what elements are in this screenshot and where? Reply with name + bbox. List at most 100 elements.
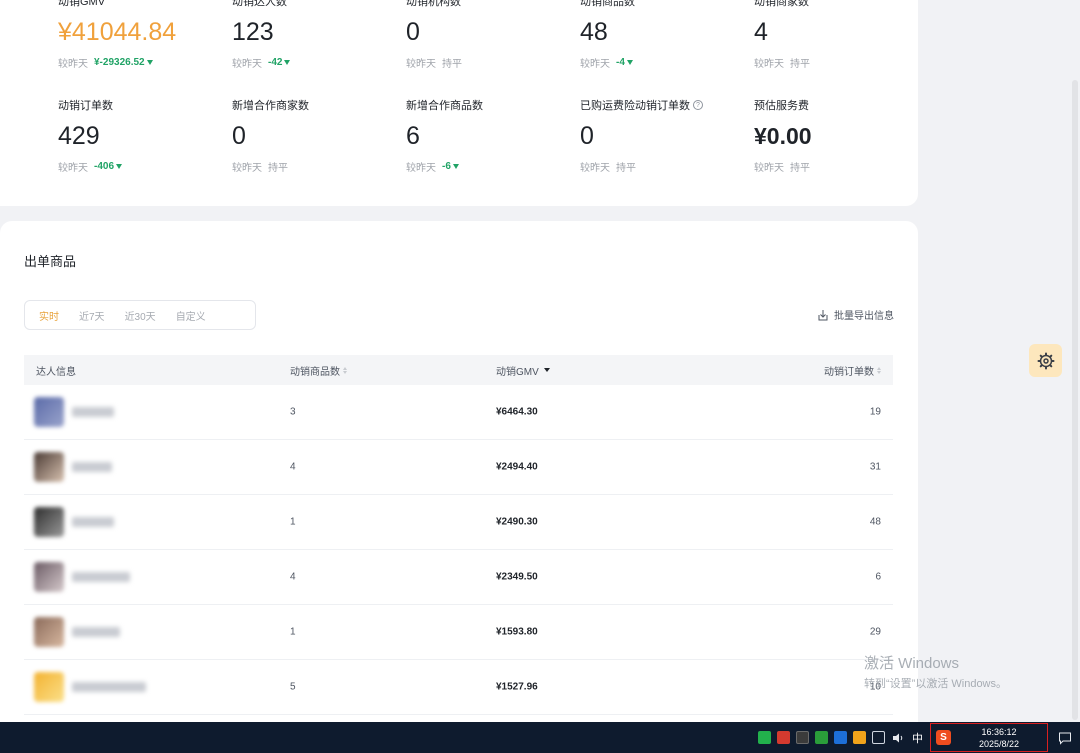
avatar[interactable]: [34, 617, 64, 647]
orders-cell: 6: [875, 571, 881, 583]
avatar[interactable]: [34, 562, 64, 592]
product-count-cell: 5: [290, 681, 296, 693]
stat-tile: 已购运费险动销订单数? 0 较昨天 持平: [580, 97, 750, 174]
compare-label: 较昨天: [232, 59, 262, 70]
table-row[interactable]: 1 ¥1593.80 29: [24, 605, 893, 660]
volume-icon[interactable]: [891, 731, 904, 744]
stat-delta: 持平: [268, 163, 288, 174]
tab-realtime[interactable]: 实时: [29, 304, 69, 327]
export-button[interactable]: 批量导出信息: [817, 307, 894, 322]
stat-value: ¥0.00: [754, 123, 812, 149]
stat-tile: 动销达人数 123 较昨天 -42: [232, 0, 402, 70]
table-row[interactable]: 5 ¥1527.96 10: [24, 660, 893, 715]
stat-label: 动销商品数: [580, 0, 635, 8]
stat-label: 新增合作商家数: [232, 100, 309, 112]
stat-tile: 动销商品数 48 较昨天 -4: [580, 0, 750, 70]
compare-label: 较昨天: [406, 163, 436, 174]
stat-label: 新增合作商品数: [406, 100, 483, 112]
gmv-cell: ¥2494.40: [496, 461, 538, 473]
down-arrow-icon: [452, 163, 459, 169]
stat-value: 123: [232, 18, 274, 46]
ime-indicator[interactable]: 中: [912, 730, 923, 746]
compare-label: 较昨天: [580, 163, 610, 174]
taskbar: 中 S 16:36:12 2025/8/22: [0, 722, 1080, 753]
avatar[interactable]: [34, 507, 64, 537]
influencer-name-redacted[interactable]: [72, 517, 114, 527]
tab-30-days[interactable]: 近30天: [115, 304, 166, 327]
influencer-name-redacted[interactable]: [72, 572, 130, 582]
app-tray-icon[interactable]: [777, 731, 790, 744]
table-row[interactable]: 3 ¥6464.30 19: [24, 385, 893, 440]
table-header: 达人信息 动销商品数 动销GMV 动销订单数: [24, 355, 893, 385]
influencer-name-redacted[interactable]: [72, 407, 114, 417]
orders-cell: 19: [869, 406, 881, 418]
table-row[interactable]: 1 ¥2490.30 48: [24, 495, 893, 550]
orders-cell: 29: [869, 626, 881, 638]
column-header-orders[interactable]: 动销订单数: [824, 363, 881, 378]
influencer-name-redacted[interactable]: [72, 682, 146, 692]
network-icon[interactable]: [872, 731, 885, 744]
stat-comparison: 较昨天 持平: [754, 55, 924, 70]
product-count-cell: 1: [290, 516, 296, 528]
stat-tile: 动销商家数 4 较昨天 持平: [754, 0, 924, 70]
down-arrow-icon: [146, 59, 153, 65]
stat-delta: 持平: [442, 59, 462, 70]
avatar[interactable]: [34, 397, 64, 427]
help-icon[interactable]: ?: [693, 100, 703, 110]
stat-comparison: 较昨天 -406: [58, 159, 228, 174]
clock[interactable]: 16:36:12 2025/8/22: [951, 726, 1047, 750]
stat-delta: -42: [268, 57, 291, 68]
stat-tile: 动销GMV ¥41044.84 较昨天 ¥-29326.52: [58, 0, 228, 70]
compare-label: 较昨天: [58, 163, 88, 174]
stat-delta: 持平: [790, 163, 810, 174]
avatar[interactable]: [34, 452, 64, 482]
gpu-icon[interactable]: [796, 731, 809, 744]
export-icon: [818, 309, 828, 320]
export-label: 批量导出信息: [834, 311, 894, 322]
stat-value: 429: [58, 122, 100, 150]
stat-tile: 预估服务费 ¥0.00 较昨天 持平: [754, 97, 924, 174]
stat-label: 已购运费险动销订单数?: [580, 97, 750, 113]
sort-desc-icon: [543, 368, 550, 372]
action-center-button[interactable]: [1050, 722, 1080, 753]
table-row[interactable]: 4 ¥2349.50 6: [24, 550, 893, 605]
stat-label: 预估服务费: [754, 100, 809, 112]
scrollbar[interactable]: [1072, 80, 1078, 720]
sogou-ime-icon[interactable]: S: [936, 730, 951, 745]
time-range-tabs: 实时 近7天 近30天 自定义: [24, 300, 256, 330]
avatar[interactable]: [34, 672, 64, 702]
compare-label: 较昨天: [406, 59, 436, 70]
orders-cell: 31: [869, 461, 881, 473]
influencer-name-redacted[interactable]: [72, 627, 120, 637]
shield-icon[interactable]: [853, 731, 866, 744]
info-icon[interactable]: [834, 731, 847, 744]
table-row[interactable]: 4 ¥2494.40 31: [24, 440, 893, 495]
gmv-cell: ¥2490.30: [496, 516, 538, 528]
nvidia-icon[interactable]: [815, 731, 828, 744]
tab-7-days[interactable]: 近7天: [69, 304, 115, 327]
clock-area[interactable]: S 16:36:12 2025/8/22: [930, 723, 1048, 752]
stat-delta: -406: [94, 161, 123, 172]
stat-comparison: 较昨天 持平: [754, 159, 924, 174]
stat-comparison: 较昨天 -6: [406, 159, 576, 174]
column-header-influencer: 达人信息: [36, 366, 76, 378]
clock-date: 2025/8/22: [978, 738, 1020, 749]
stat-comparison: 较昨天 -42: [232, 55, 402, 70]
orders-cell: 48: [869, 516, 881, 528]
stat-delta: 持平: [616, 163, 636, 174]
settings-float-button[interactable]: [1029, 344, 1062, 377]
influencer-name-redacted[interactable]: [72, 462, 112, 472]
stat-comparison: 较昨天 持平: [406, 55, 576, 70]
column-header-gmv[interactable]: 动销GMV: [496, 363, 550, 378]
stat-delta: -6: [442, 161, 459, 172]
stat-tile: 动销订单数 429 较昨天 -406: [58, 97, 228, 174]
stat-delta: ¥-29326.52: [94, 57, 153, 68]
products-table: 达人信息 动销商品数 动销GMV 动销订单数 3 ¥6464.30 19 4 ¥2494…: [24, 355, 893, 715]
stat-value: 4: [754, 18, 768, 46]
product-count-cell: 1: [290, 626, 296, 638]
stats-card: 动销GMV ¥41044.84 较昨天 ¥-29326.52 动销达人数 123 较昨天 -4…: [0, 0, 918, 206]
wechat-icon[interactable]: [758, 731, 771, 744]
tab-custom[interactable]: 自定义: [166, 304, 216, 327]
gmv-cell: ¥2349.50: [496, 571, 538, 583]
column-header-product-count[interactable]: 动销商品数: [290, 363, 347, 378]
